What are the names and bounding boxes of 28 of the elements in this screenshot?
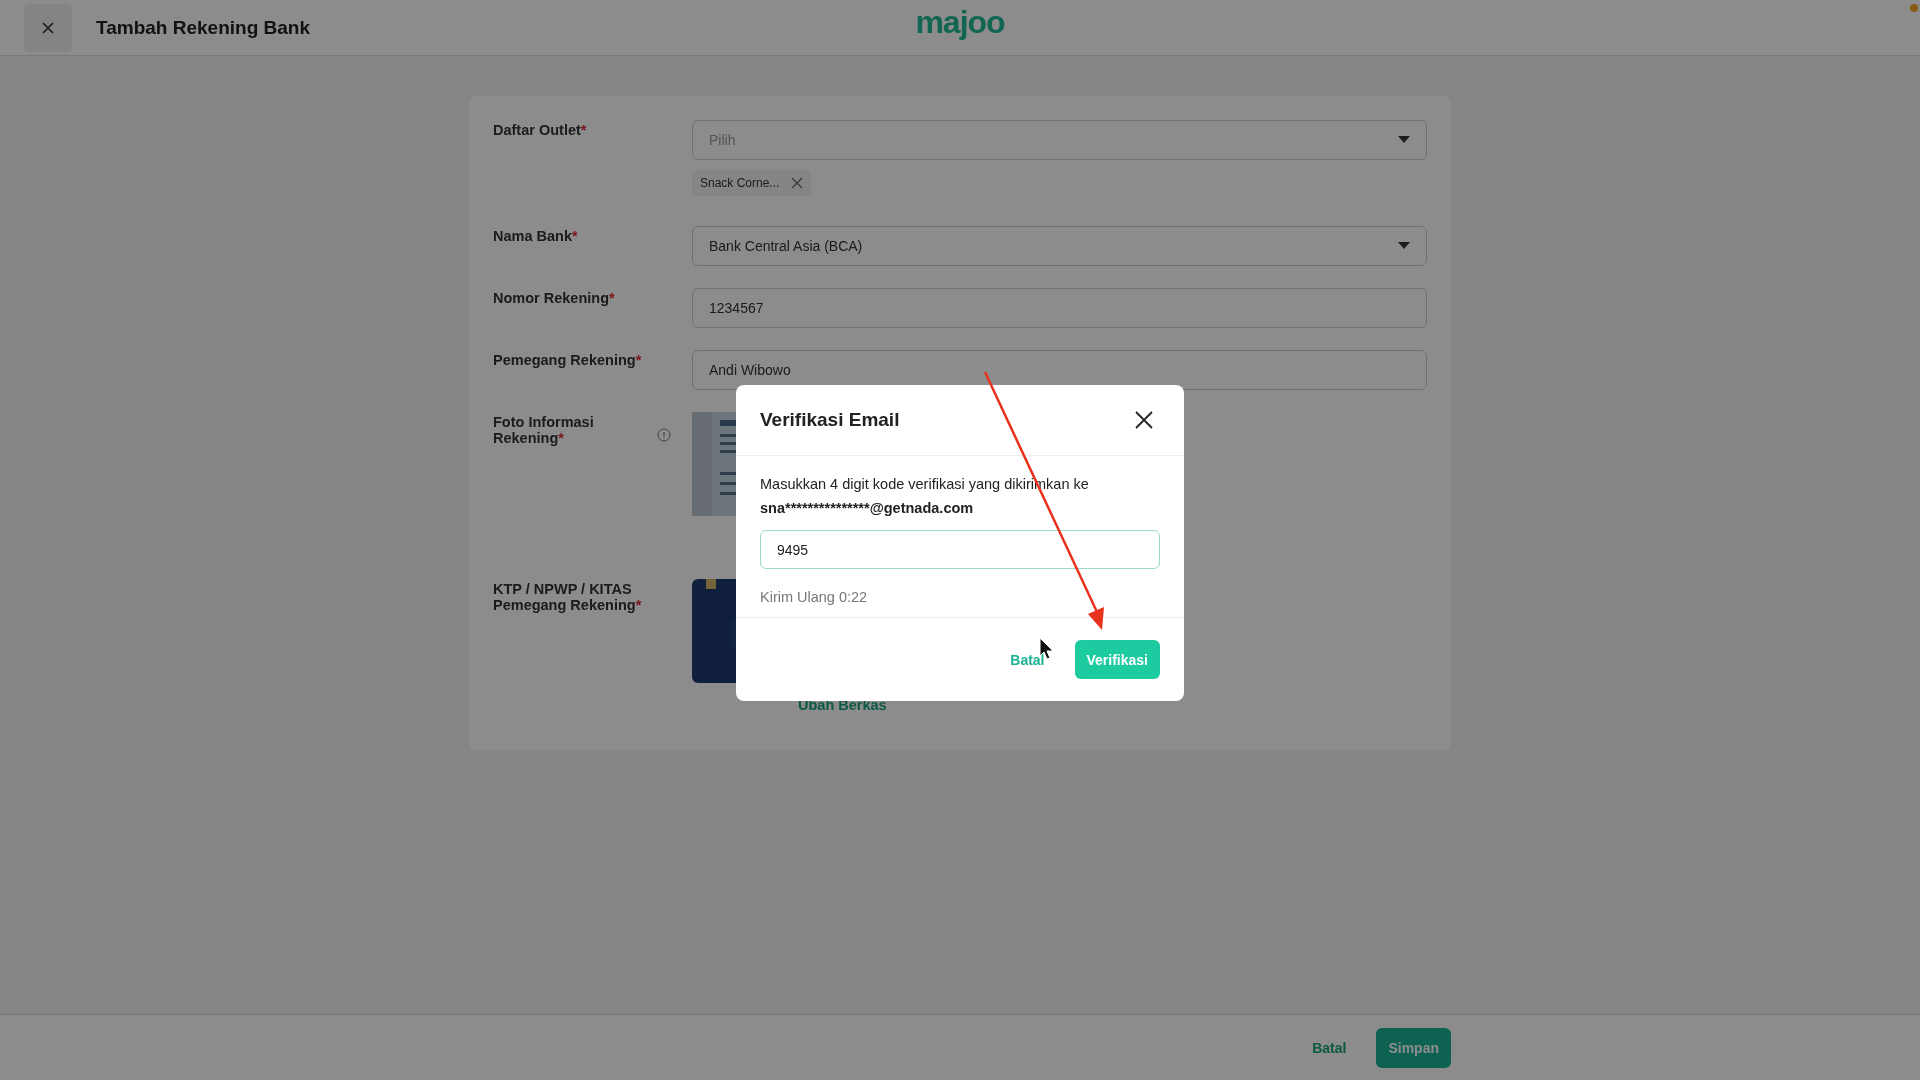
save-button[interactable]: Simpan bbox=[1376, 1027, 1451, 1068]
verify-button[interactable]: Verifikasi bbox=[1074, 640, 1160, 679]
close-icon[interactable] bbox=[1134, 410, 1154, 430]
outlet-chip: Snack Corne... bbox=[692, 170, 812, 196]
dropdown-caret-icon bbox=[1398, 242, 1410, 250]
dropdown-caret-icon bbox=[1398, 136, 1410, 144]
close-button[interactable] bbox=[24, 3, 72, 52]
email-address: sna***************@getnada.com bbox=[760, 500, 975, 516]
code-field[interactable]: 9495 bbox=[760, 530, 1160, 569]
cancel-button[interactable]: Batal bbox=[1306, 1038, 1353, 1057]
select-field[interactable]: Pilih bbox=[692, 120, 1427, 160]
notification-dot bbox=[1910, 4, 1918, 12]
field-label: Nomor Rekening* bbox=[493, 290, 616, 306]
page-title: Tambah Rekening Bank bbox=[96, 16, 310, 39]
field-label: Nama Bank* bbox=[493, 228, 579, 244]
logo: majoo bbox=[915, 4, 1005, 41]
resend-timer: Kirim Ulang 0:22 bbox=[760, 589, 869, 605]
select-field[interactable]: Bank Central Asia (BCA) bbox=[692, 226, 1427, 266]
field-label: KTP / NPWP / KITAS Pemegang Rekening* bbox=[493, 581, 643, 613]
field-label: Pemegang Rekening* bbox=[493, 352, 643, 368]
dialog-title: Verifikasi Email bbox=[760, 409, 900, 431]
remove-icon[interactable] bbox=[791, 177, 804, 189]
field-label: Foto Informasi Rekening* bbox=[493, 414, 595, 446]
text-field[interactable]: 1234567 bbox=[692, 288, 1427, 328]
close-icon bbox=[40, 19, 56, 36]
cancel-button[interactable]: Batal bbox=[1004, 650, 1051, 669]
text-field[interactable]: Andi Wibowo bbox=[692, 350, 1427, 390]
field-label: Daftar Outlet* bbox=[493, 122, 588, 138]
